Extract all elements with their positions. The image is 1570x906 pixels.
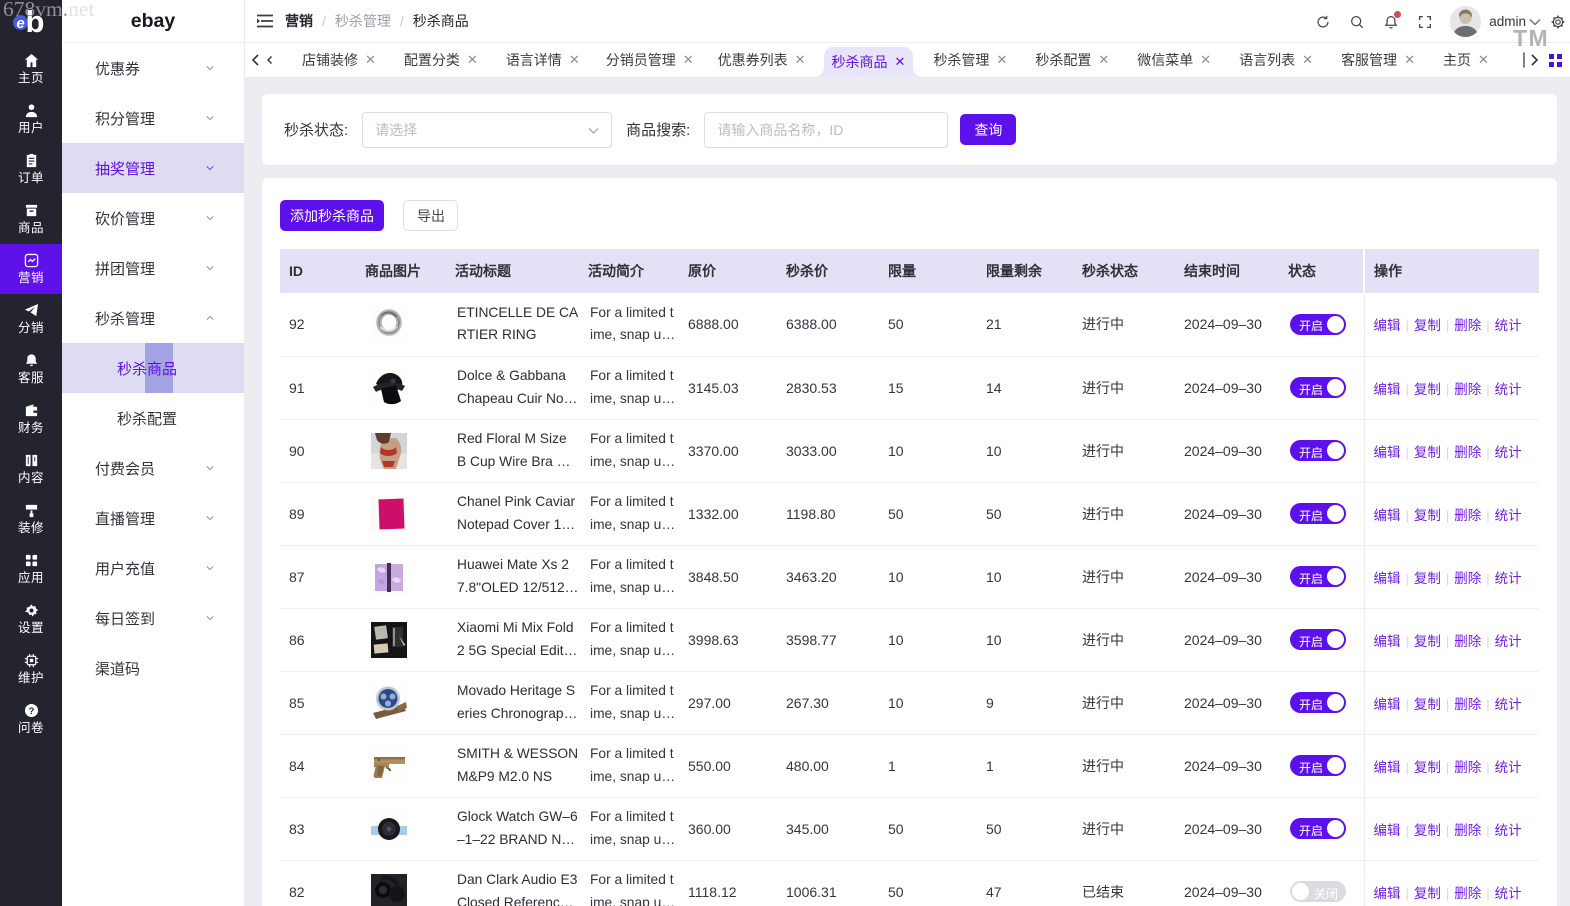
svg-text:?: ? <box>28 706 34 716</box>
